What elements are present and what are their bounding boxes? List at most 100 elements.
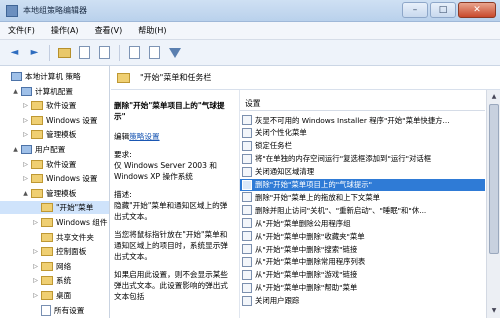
expand-toggle-icon[interactable]: ▷ <box>22 117 29 124</box>
up-folder-button[interactable] <box>56 44 73 61</box>
filter-button[interactable] <box>166 44 183 61</box>
expand-toggle-icon[interactable]: ▷ <box>32 219 39 226</box>
folder-icon <box>41 291 53 300</box>
scroll-down-arrow-icon[interactable]: ▼ <box>488 305 500 317</box>
vertical-scrollbar[interactable]: ▲ ▼ <box>486 90 500 318</box>
forward-arrow-icon[interactable]: ► <box>26 44 43 61</box>
main-pane: "开始"菜单和任务栏 删除"开始"菜单项目上的"气球提示" 编辑策略设置 要求:… <box>111 66 500 318</box>
policy-row[interactable]: 关闭通知区域清理 <box>240 166 485 178</box>
policy-row[interactable]: 删除"开始"菜单上的拖放和上下文菜单 <box>240 191 485 203</box>
expand-toggle-icon[interactable]: ▷ <box>32 292 39 299</box>
export-list-button[interactable] <box>96 44 113 61</box>
tree-item[interactable]: 本地计算机 策略 <box>0 70 109 83</box>
tree-item-label: 网络 <box>56 261 72 271</box>
expand-toggle-icon[interactable]: ▷ <box>32 277 39 284</box>
policy-row[interactable]: 删除"开始"菜单项目上的"气球提示" <box>240 178 485 191</box>
policy-row[interactable]: 将"在单独的内存空间运行"复选框添加到"运行"对话框 <box>240 153 485 165</box>
expand-toggle-icon[interactable]: ▷ <box>22 131 29 138</box>
tree-item[interactable]: ▷ 系统 <box>0 274 109 287</box>
policy-row[interactable]: 关闭用户跟踪 <box>240 295 485 307</box>
policy-row-label: 从"开始"菜单中删除常用程序列表 <box>255 257 366 267</box>
expand-toggle-icon[interactable]: ▷ <box>32 263 39 270</box>
tree-item[interactable]: ▲ 管理模板 <box>0 187 109 200</box>
policy-row[interactable]: 从"开始"菜单中删除"游戏"链接 <box>240 269 485 281</box>
policy-row[interactable]: 锁定任务栏 <box>240 140 485 152</box>
folder-icon <box>41 218 53 227</box>
policy-row[interactable]: 从"开始"菜单中删除"帮助"菜单 <box>240 282 485 294</box>
expand-toggle-icon[interactable]: ▲ <box>12 146 19 153</box>
tree-item[interactable]: ▲ 用户配置 <box>0 143 109 156</box>
tree-item[interactable]: "开始"菜单 <box>0 201 109 215</box>
tree-item[interactable]: ▷ 控制面板 <box>0 245 109 258</box>
policy-setting-icon <box>242 218 252 229</box>
policy-row-label: 从"开始"菜单中删除"帮助"菜单 <box>255 283 358 293</box>
policy-setting-icon <box>242 256 252 267</box>
tree-item[interactable]: ▷ Windows 组件 <box>0 216 109 229</box>
folder-icon <box>41 261 53 271</box>
menu-view[interactable]: 查看(V) <box>91 25 127 36</box>
tree-item-label: 计算机配置 <box>35 86 73 96</box>
settings-column-header[interactable]: 设置 <box>240 97 485 111</box>
policy-row-label: 关闭通知区域清理 <box>255 167 315 177</box>
tree-item[interactable]: ▲ 计算机配置 <box>0 85 109 98</box>
menu-action[interactable]: 操作(A) <box>47 25 83 36</box>
properties-icon <box>149 46 160 59</box>
policy-row-label: 删除"开始"菜单项目上的"气球提示" <box>255 180 373 189</box>
policy-row-label: 从"开始"菜单中删除"游戏"链接 <box>255 270 358 280</box>
maximize-button[interactable]: □ <box>430 2 456 18</box>
show-hide-tree-button[interactable] <box>76 44 93 61</box>
help-icon <box>129 46 140 59</box>
expand-toggle-icon[interactable]: ▷ <box>22 175 29 182</box>
policy-description-panel: 删除"开始"菜单项目上的"气球提示" 编辑策略设置 要求: 仅 Windows … <box>111 90 236 318</box>
tree-item[interactable]: ▷ 软件设置 <box>0 158 109 171</box>
policy-setting-icon <box>242 192 252 203</box>
title-bar: 本地组策略编辑器 – □ ✕ <box>0 0 500 22</box>
tree-item[interactable]: ▷ Windows 设置 <box>0 114 109 127</box>
properties-button[interactable] <box>146 44 163 61</box>
export-list-icon <box>99 46 110 59</box>
policy-row[interactable]: 灰显不可用的 Windows Installer 程序"开始"菜单快捷方... <box>240 114 485 126</box>
tree-item[interactable]: ▷ Windows 设置 <box>0 172 109 185</box>
policy-row-label: 关闭用户跟踪 <box>255 296 300 306</box>
tree-item[interactable]: ▷ 桌面 <box>0 289 109 302</box>
folder-icon <box>41 232 53 242</box>
policy-row[interactable]: 从"开始"菜单中删除"搜索"链接 <box>240 243 485 255</box>
expand-toggle-icon[interactable]: ▲ <box>12 88 19 95</box>
minimize-button[interactable]: – <box>402 2 428 18</box>
policy-setting-icon <box>242 140 252 151</box>
policy-settings-link[interactable]: 策略设置 <box>129 132 159 141</box>
scrollbar-thumb[interactable] <box>489 104 499 254</box>
close-button[interactable]: ✕ <box>458 2 496 18</box>
scroll-up-arrow-icon[interactable]: ▲ <box>488 91 500 103</box>
expand-toggle-icon[interactable]: ▷ <box>22 161 29 168</box>
tree-item[interactable]: 共享文件夹 <box>0 231 109 244</box>
edit-policy-line: 编辑策略设置 <box>114 131 233 142</box>
policy-row[interactable]: 关闭个性化菜单 <box>240 127 485 139</box>
tree-item[interactable]: ▷ 网络 <box>0 260 109 273</box>
policy-setting-icon <box>242 282 252 293</box>
tree-item-label: 本地计算机 策略 <box>25 72 81 81</box>
help-button[interactable] <box>126 44 143 61</box>
tree-item[interactable]: ▷ 软件设置 <box>0 99 109 112</box>
expand-toggle-icon[interactable]: ▲ <box>22 190 29 197</box>
tree-item-label: 桌面 <box>56 291 72 300</box>
section-title: "开始"菜单和任务栏 <box>140 73 212 82</box>
menu-help[interactable]: 帮助(H) <box>134 25 170 36</box>
menu-file[interactable]: 文件(F) <box>4 25 39 36</box>
folder-icon <box>31 174 43 184</box>
policy-row[interactable]: 删除并阻止访问"关机"、"重新启动"、"睡眠"和"休... <box>240 204 485 216</box>
tree-item-label: 管理模板 <box>46 188 77 198</box>
policy-row[interactable]: 从"开始"菜单中删除常用程序列表 <box>240 256 485 268</box>
description-text: 描述: 隐藏"开始"菜单和通知区域上的弹出式文本。 <box>114 190 228 221</box>
policy-setting-icon <box>242 166 252 177</box>
edit-prefix: 编辑 <box>114 132 130 141</box>
tree-item[interactable]: 所有设置 <box>0 304 109 317</box>
expand-toggle-icon[interactable]: ▷ <box>32 248 39 255</box>
back-arrow-icon[interactable]: ◄ <box>6 44 23 61</box>
policy-setting-icon <box>242 231 252 242</box>
expand-toggle-icon[interactable]: ▷ <box>22 102 29 109</box>
folder-icon <box>31 101 43 111</box>
policy-row[interactable]: 从"开始"菜单删除公用程序组 <box>240 217 485 229</box>
tree-item[interactable]: ▷ 管理模板 <box>0 128 109 141</box>
policy-row[interactable]: 从"开始"菜单中删除"收藏夹"菜单 <box>240 230 485 242</box>
